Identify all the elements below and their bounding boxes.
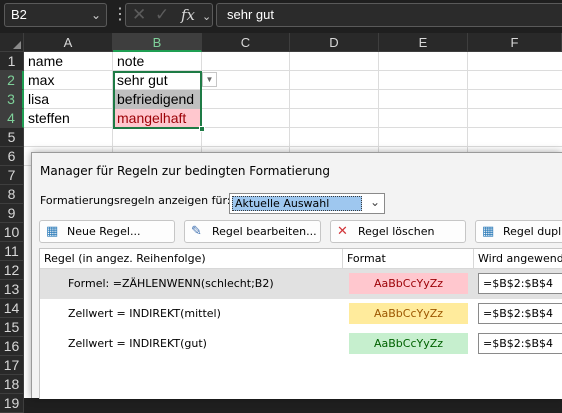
cell-a1[interactable]: name — [25, 52, 112, 71]
cell-a4[interactable]: steffen — [25, 109, 112, 128]
conditional-formatting-rules-manager-dialog: Manager für Regeln zur bedingten Formati… — [31, 152, 562, 399]
duplicate-icon: ▦ — [482, 224, 495, 239]
row-header-13[interactable]: 13 — [0, 280, 24, 299]
show-rules-label: Formatierungsregeln anzeigen für: — [40, 194, 231, 207]
gridline — [24, 146, 562, 147]
format-preview: AaBbCcYyZz — [349, 273, 468, 294]
chevron-down-icon[interactable]: ⌄ — [202, 7, 211, 27]
rule-text: Formel: =ZÄHLENWENN(schlecht;B2) — [68, 277, 274, 290]
delete-rule-label: Regel löschen — [358, 225, 435, 238]
edit-rule-label: Regel bearbeiten... — [212, 225, 317, 238]
row-header-1[interactable]: 1 — [0, 52, 24, 71]
rule-text: Zellwert = INDIREKT(gut) — [68, 337, 207, 350]
format-column-header: Format — [343, 249, 474, 269]
applies-to-input[interactable]: =$B$2:$B$4 — [478, 273, 562, 294]
fill-handle[interactable] — [199, 126, 205, 132]
rule-text: Zellwert = INDIREKT(mittel) — [68, 307, 221, 320]
name-box-value: B2 — [11, 7, 27, 22]
row-header-6[interactable]: 6 — [0, 147, 24, 166]
format-preview: AaBbCcYyZz — [349, 333, 468, 354]
show-rules-value: Aktuelle Auswahl — [232, 196, 362, 211]
cell-b3[interactable]: befriedigend — [114, 90, 201, 109]
cell-b1[interactable]: note — [114, 52, 201, 71]
rules-list[interactable]: Regel (in angez. Reihenfolge) Format Wir… — [39, 248, 562, 399]
cancel-icon[interactable]: ✕ — [132, 5, 146, 25]
row-header-15[interactable]: 15 — [0, 318, 24, 337]
row-header-3[interactable]: 3 — [0, 90, 24, 109]
row-header-18[interactable]: 18 — [0, 375, 24, 394]
cell-b4[interactable]: mangelhaft — [114, 109, 201, 128]
row-header-17[interactable]: 17 — [0, 356, 24, 375]
new-rule-label: Neue Regel... — [67, 225, 141, 238]
cell-b2[interactable]: sehr gut — [114, 71, 201, 90]
table-icon: ▦ — [46, 224, 59, 239]
applies-to-column-header: Wird angewend — [474, 249, 562, 269]
row-header-10[interactable]: 10 — [0, 223, 24, 242]
column-header-b[interactable]: B — [113, 33, 202, 52]
row-header-2[interactable]: 2 — [0, 71, 24, 90]
cell-a2[interactable]: max — [25, 71, 112, 90]
rule-row[interactable]: Formel: =ZÄHLENWENN(schlecht;B2) AaBbCcY… — [40, 269, 562, 299]
row-header-9[interactable]: 9 — [0, 204, 24, 223]
applies-to-input[interactable]: =$B$2:$B$4 — [478, 333, 562, 354]
format-preview: AaBbCcYyZz — [349, 303, 468, 324]
formula-input[interactable]: sehr gut — [216, 3, 562, 27]
row-header-11[interactable]: 11 — [0, 242, 24, 261]
edit-rule-button[interactable]: ✎ Regel bearbeiten... — [184, 220, 321, 243]
enter-icon[interactable]: ✓ — [155, 5, 169, 25]
edit-table-icon: ✎ — [191, 224, 202, 239]
delete-rule-button[interactable]: ✕ Regel löschen — [330, 220, 466, 243]
column-header-d[interactable]: D — [290, 33, 379, 52]
formula-bar: B2 ⌄ ⋮ ✕ ✓ fx ⌄ sehr gut — [0, 0, 562, 33]
new-rule-button[interactable]: ▦ Neue Regel... — [39, 220, 175, 243]
chevron-down-icon[interactable]: ⌄ — [370, 195, 380, 209]
chevron-down-icon[interactable]: ⌄ — [91, 4, 101, 26]
dialog-title: Manager für Regeln zur bedingten Formati… — [40, 164, 331, 178]
duplicate-rule-button[interactable]: ▦ Regel dupli — [475, 220, 562, 243]
column-header-a[interactable]: A — [24, 33, 113, 52]
row-header-8[interactable]: 8 — [0, 185, 24, 204]
show-rules-select[interactable]: Aktuelle Auswahl ⌄ — [229, 193, 385, 214]
row-header-7[interactable]: 7 — [0, 166, 24, 185]
row-header-5[interactable]: 5 — [0, 128, 24, 147]
column-header-f[interactable]: F — [468, 33, 562, 52]
column-header-e[interactable]: E — [379, 33, 468, 52]
data-validation-dropdown-button[interactable]: ▼ — [202, 72, 217, 87]
name-box[interactable]: B2 ⌄ — [4, 3, 107, 27]
row-header-16[interactable]: 16 — [0, 337, 24, 356]
column-header-c[interactable]: C — [202, 33, 290, 52]
row-header-14[interactable]: 14 — [0, 299, 24, 318]
insert-function-icon[interactable]: fx — [181, 5, 195, 25]
cell-a3[interactable]: lisa — [25, 90, 112, 109]
rule-row[interactable]: Zellwert = INDIREKT(mittel) AaBbCcYyZz =… — [40, 299, 562, 329]
duplicate-rule-label: Regel dupli — [503, 225, 562, 238]
select-all-button[interactable] — [0, 33, 24, 52]
rule-column-header: Regel (in angez. Reihenfolge) — [40, 249, 343, 269]
row-header-19[interactable]: 19 — [0, 394, 24, 413]
rule-row[interactable]: Zellwert = INDIREKT(gut) AaBbCcYyZz =$B$… — [40, 329, 562, 359]
row-header-12[interactable]: 12 — [0, 261, 24, 280]
delete-x-icon: ✕ — [337, 224, 348, 239]
formula-controls: ✕ ✓ fx ⌄ — [125, 3, 213, 27]
row-header-4[interactable]: 4 — [0, 109, 24, 128]
applies-to-input[interactable]: =$B$2:$B$4 — [478, 303, 562, 324]
